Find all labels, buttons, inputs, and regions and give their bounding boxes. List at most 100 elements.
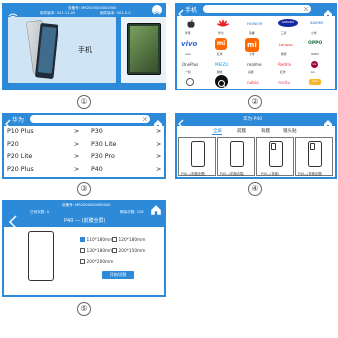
- settings-button[interactable]: [152, 5, 162, 19]
- brand-label-mi: 红米: [217, 52, 223, 56]
- device-id: 设备号: MR2000000000000: [62, 203, 111, 207]
- brand-search-input[interactable]: [203, 5, 311, 13]
- size-option-4[interactable]: 200*150mm: [112, 248, 145, 254]
- size-option-5[interactable]: 200*200mm: [80, 259, 113, 265]
- model-film-title: P40 — (前膜全屏): [64, 218, 106, 224]
- brand-label-oneplus: 一加: [185, 70, 191, 74]
- model-item-left[interactable]: P10 Plus: [7, 128, 34, 135]
- film-preview: [28, 231, 54, 281]
- back-button[interactable]: [4, 114, 12, 129]
- black-shark-logo-icon[interactable]: [215, 75, 228, 88]
- tab-front[interactable]: 前膜: [237, 128, 246, 134]
- step-badge-5: ⑤: [77, 302, 91, 316]
- panel-film-type: 华为-P40 全屏 前膜 背膜 镜头贴 P40—(前膜全屏) P40—(前膜合集…: [175, 113, 337, 179]
- vivo-logo-icon[interactable]: vivo: [181, 40, 197, 48]
- nubia-logo-icon[interactable]: nubia: [247, 80, 259, 85]
- brand-label-realme: 真我: [248, 70, 254, 74]
- meitu-logo-icon[interactable]: meitu: [278, 80, 290, 85]
- mi-brand-logo-icon[interactable]: mi: [245, 38, 259, 52]
- model-search-input[interactable]: [30, 115, 150, 123]
- table-row: P10 Plus > P30 >: [4, 126, 164, 138]
- tab-lens[interactable]: 镜头贴: [283, 128, 297, 134]
- realme-logo-icon[interactable]: realme: [247, 62, 262, 67]
- checkbox-icon: [112, 248, 117, 253]
- step-badge-2: ②: [248, 95, 262, 109]
- brand-label-samsung: 三星: [281, 31, 287, 35]
- other-logo-icon[interactable]: other: [309, 79, 321, 85]
- film-card-4[interactable]: P40—(背膜全屏): [295, 137, 333, 176]
- checkbox-icon: [80, 237, 85, 242]
- chevron-right-icon: >: [156, 153, 162, 161]
- checkbox-icon: [80, 259, 85, 264]
- checkbox-icon: [112, 237, 117, 242]
- back-button[interactable]: [177, 114, 185, 129]
- brand-label-lg: LG: [311, 70, 315, 74]
- phone-image: [26, 20, 58, 79]
- step-badge-3: ③: [77, 182, 91, 196]
- model-item-left[interactable]: P20: [7, 141, 19, 148]
- model-item-right[interactable]: P40: [91, 166, 103, 173]
- close-icon[interactable]: [142, 116, 148, 122]
- panel-model-list: 华为 P10 Plus > P30 > P20 > P30 Lite > P20 Lite > P3…: [2, 113, 166, 179]
- phone-category-card[interactable]: 手机: [8, 17, 116, 83]
- chevron-right-icon: >: [74, 128, 80, 135]
- mi-logo-icon[interactable]: mi: [215, 38, 227, 50]
- home-button[interactable]: [153, 114, 163, 128]
- film-card-2[interactable]: P40—(前膜合集): [217, 137, 255, 176]
- firmware-version: 固件版本: V01.0.0: [100, 11, 131, 15]
- film-card-3[interactable]: P40—(背膜): [256, 137, 294, 176]
- model-item-right[interactable]: P30 Lite: [91, 141, 116, 148]
- tab-back[interactable]: 背膜: [261, 128, 270, 134]
- tab-underline: [212, 134, 222, 135]
- brand-grid: HONOR SAMSUNG XIAOMI 苹果 华为 荣耀 三星 小米 vivo…: [177, 16, 335, 89]
- home-button[interactable]: [323, 114, 333, 128]
- model-item-right[interactable]: P30: [91, 128, 103, 135]
- panel-brand-select: 手机 HONOR SAMSUNG XIAOMI 苹果 华为 荣耀 三星 小米 v…: [175, 3, 337, 90]
- model-item-left[interactable]: P20 Lite: [7, 153, 32, 160]
- panel-cut-size: 设备号: MR2000000000000 已有次数: 0 剩余次数: 228 P…: [2, 200, 166, 297]
- size-content: 110*180mm 120*180mm 130*180mm 200*150mm …: [4, 227, 164, 295]
- huawei-logo-icon[interactable]: [217, 19, 229, 29]
- model-item-right[interactable]: P30 Pro: [91, 153, 115, 160]
- samsung-logo-icon[interactable]: SAMSUNG: [278, 19, 298, 27]
- home-button[interactable]: [150, 201, 162, 215]
- chevron-right-icon: >: [156, 128, 162, 135]
- film-card-1[interactable]: P40—(前膜全屏): [178, 137, 216, 176]
- category-title: 手机: [185, 7, 198, 14]
- brand-label-huawei: 华为: [218, 31, 224, 35]
- close-icon[interactable]: [303, 6, 309, 12]
- home-button[interactable]: [323, 4, 333, 18]
- start-cut-button[interactable]: 开始切割: [102, 271, 134, 279]
- brand-label-meizu: 魅族: [217, 70, 223, 74]
- redmi-logo-icon[interactable]: Redmi: [278, 62, 291, 67]
- size-option-3[interactable]: 130*180mm: [80, 248, 113, 254]
- model-item-left[interactable]: P20 Plus: [7, 166, 34, 173]
- lenovo-logo-icon[interactable]: Lenovo: [279, 42, 293, 47]
- remaining-count: 剩余次数: 228: [120, 210, 144, 214]
- back-button[interactable]: [8, 214, 18, 229]
- xiaomi-logo-icon[interactable]: XIAOMI: [310, 21, 323, 25]
- category-label: 手机: [78, 46, 92, 54]
- oppo-logo-icon[interactable]: OPPO: [308, 41, 322, 46]
- step-badge-4: ④: [248, 182, 262, 196]
- meizu-logo-icon[interactable]: MEIZU: [215, 62, 228, 67]
- brand-label-vivo: vivo: [185, 52, 191, 56]
- chevron-right-icon: >: [74, 165, 80, 173]
- honor-logo-icon[interactable]: HONOR: [247, 21, 262, 26]
- used-count: 已有次数: 0: [30, 210, 50, 214]
- lg-logo-icon[interactable]: LG: [311, 61, 318, 68]
- moto-logo-icon[interactable]: [186, 78, 194, 86]
- size-option-1[interactable]: 110*180mm: [80, 237, 113, 243]
- size-option-2[interactable]: 120*180mm: [112, 237, 145, 243]
- chevron-right-icon: >: [156, 165, 162, 173]
- step-badge-1: ①: [77, 95, 91, 109]
- oneplus-logo-icon[interactable]: OnePlus: [182, 62, 198, 67]
- brand-label-xiaomi: 小米: [311, 31, 317, 35]
- chevron-right-icon: >: [74, 140, 80, 148]
- back-button[interactable]: [177, 4, 185, 19]
- film-content: 全屏 前膜 背膜 镜头贴 P40—(前膜全屏) P40—(前膜合集) P40—(…: [177, 126, 335, 177]
- tablet-category-card[interactable]: [121, 17, 166, 83]
- tablet-image: [127, 23, 161, 75]
- apple-logo-icon[interactable]: [186, 19, 196, 29]
- panel-home: 设备号: MR2000000000000 软件版本: V21.11.03 固件版…: [2, 3, 166, 90]
